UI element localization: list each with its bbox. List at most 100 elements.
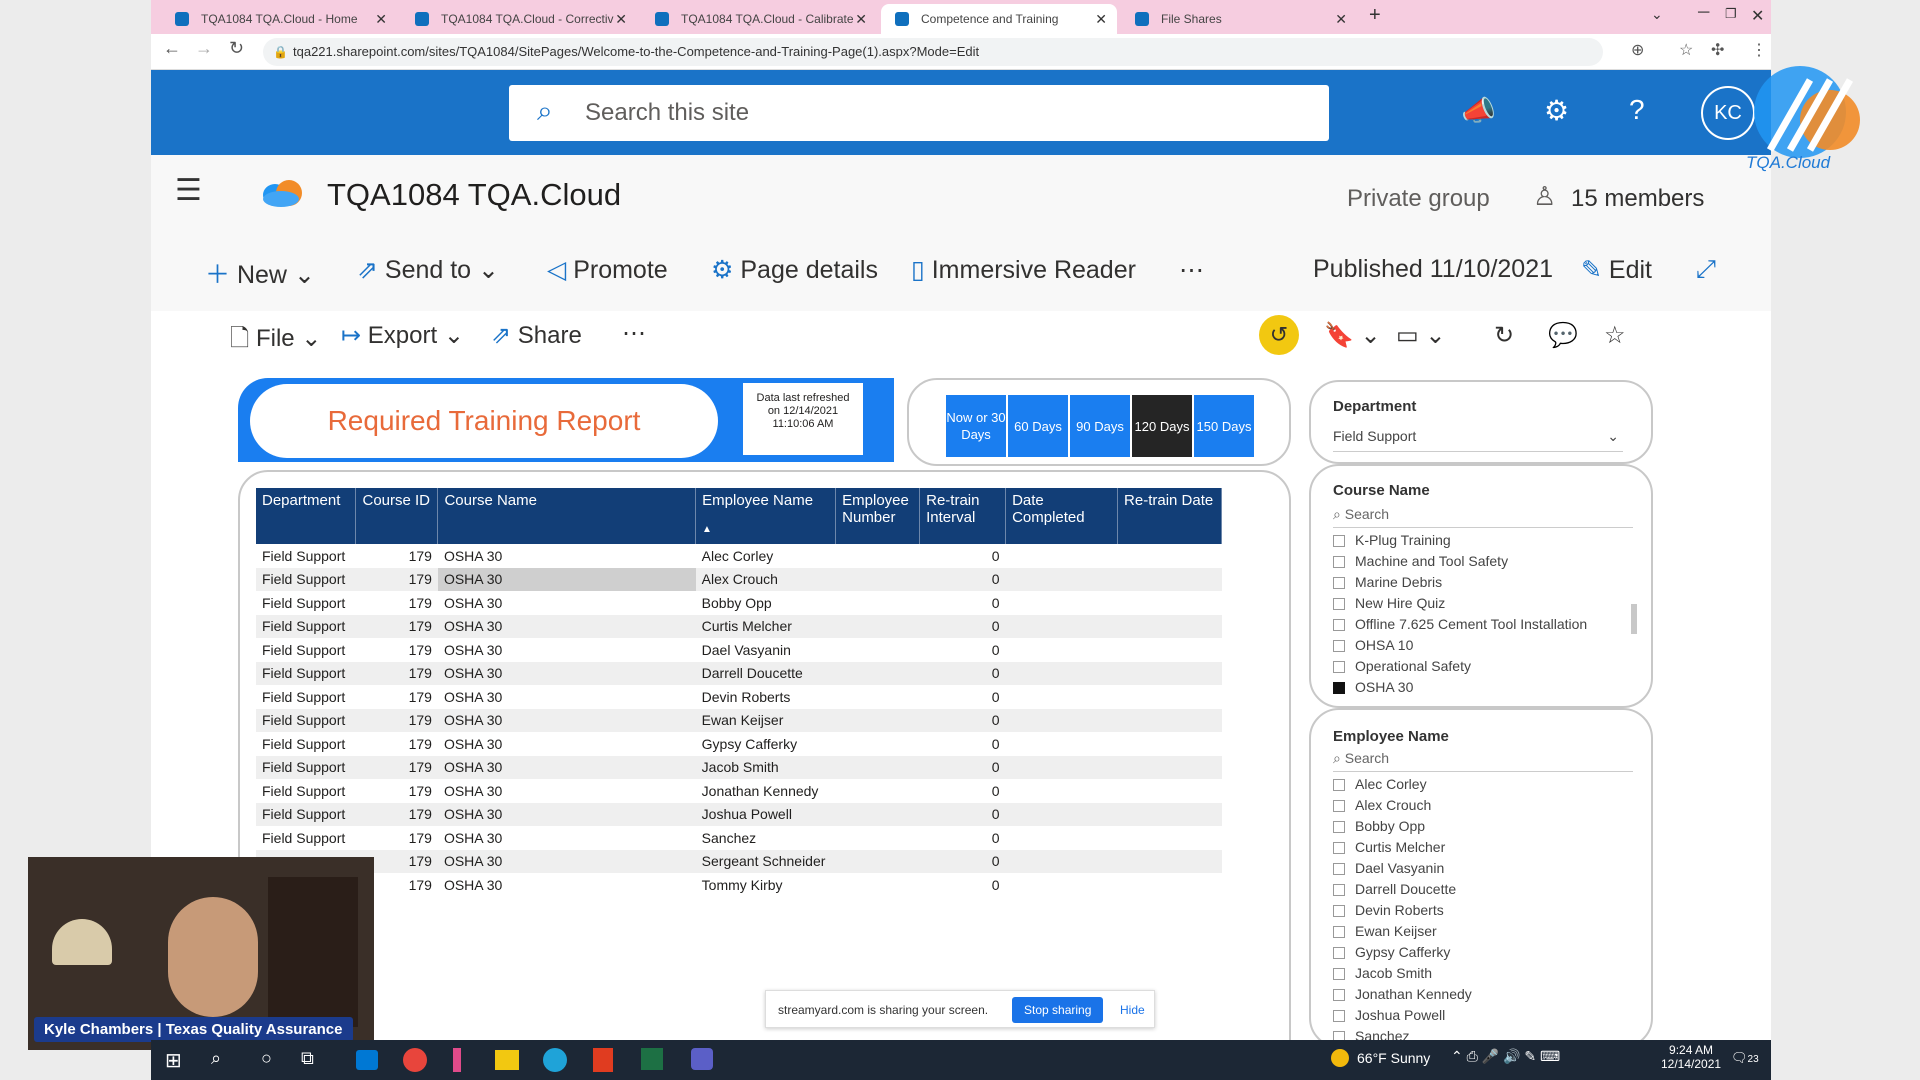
back-icon[interactable]: ←	[163, 38, 181, 59]
more-icon[interactable]: ⋯	[622, 319, 646, 348]
bookmark-star-icon[interactable]: ☆	[1679, 40, 1693, 60]
day-filter-button[interactable]: 150 Days	[1194, 395, 1254, 457]
teams-icon[interactable]	[691, 1048, 713, 1070]
checkbox[interactable]	[1333, 682, 1345, 695]
windows-start-icon[interactable]: ⊞	[165, 1048, 182, 1073]
course-option[interactable]: OSHA 30	[1333, 677, 1587, 698]
checkbox[interactable]	[1333, 821, 1345, 834]
weather-text[interactable]: 66°F Sunny	[1357, 1050, 1430, 1066]
course-option[interactable]: Marine Debris	[1333, 572, 1587, 593]
checkbox[interactable]	[1333, 779, 1345, 792]
checkbox[interactable]	[1333, 800, 1345, 813]
column-header[interactable]: Employee Name	[695, 488, 837, 544]
task-view-icon[interactable]: ⧉	[301, 1048, 314, 1069]
checkbox[interactable]	[1333, 598, 1345, 611]
edit-button[interactable]: ✎ Edit	[1581, 255, 1652, 285]
course-search-input[interactable]: ⌕ Search	[1333, 506, 1633, 528]
checkbox[interactable]	[1333, 577, 1345, 590]
close-tab-icon[interactable]: ✕	[855, 4, 867, 34]
gear-icon[interactable]: ⚙	[1544, 94, 1569, 127]
tab-search-icon[interactable]: ⌄	[1651, 6, 1663, 23]
new-button[interactable]: ＋ New ⌄	[205, 255, 315, 291]
employee-option[interactable]: Darrell Doucette	[1333, 879, 1472, 900]
tab-4[interactable]: File Shares ✕	[1121, 4, 1357, 34]
column-header[interactable]: Re-train Date	[1117, 488, 1222, 544]
course-option[interactable]: Machine and Tool Safety	[1333, 551, 1587, 572]
day-filter-button[interactable]: 90 Days	[1070, 395, 1130, 457]
restore-icon[interactable]: ❐	[1725, 6, 1737, 22]
course-option[interactable]: New Hire Quiz	[1333, 593, 1587, 614]
employee-option[interactable]: Bobby Opp	[1333, 816, 1472, 837]
employee-option[interactable]: Gypsy Cafferky	[1333, 942, 1472, 963]
excel-icon[interactable]	[641, 1048, 663, 1070]
page-details-button[interactable]: ⚙ Page details	[711, 255, 878, 285]
menu-dots-icon[interactable]: ⋮	[1751, 40, 1767, 60]
tab-1[interactable]: TQA1084 TQA.Cloud - Correctiv ✕	[401, 4, 637, 34]
checkbox[interactable]	[1333, 640, 1345, 653]
refresh-icon[interactable]: ↻	[1494, 321, 1514, 350]
tab-3[interactable]: Competence and Training ✕	[881, 4, 1117, 34]
hide-button[interactable]: Hide	[1120, 1003, 1145, 1017]
table-row[interactable]: Field Support 179 OSHA 30 Bobby Opp 0	[256, 591, 1222, 615]
favorite-star-icon[interactable]: ☆	[1604, 321, 1626, 350]
course-option[interactable]: OHSA 10	[1333, 635, 1587, 656]
cortana-icon[interactable]: ○	[261, 1048, 272, 1069]
table-row[interactable]: Field Support 179 OSHA 30 Curtis Melcher 0	[256, 614, 1222, 638]
minimize-icon[interactable]: ─	[1698, 4, 1709, 22]
close-tab-icon[interactable]: ✕	[1335, 4, 1347, 34]
checkbox[interactable]	[1333, 947, 1345, 960]
checkbox[interactable]	[1333, 1010, 1345, 1023]
table-row[interactable]: Field Support 179 OSHA 30 Gypsy Cafferky 0	[256, 732, 1222, 756]
edge-icon[interactable]	[543, 1048, 567, 1072]
employee-search-input[interactable]: ⌕ Search	[1333, 750, 1633, 772]
more-options-icon[interactable]: ⋯	[1179, 255, 1204, 285]
comment-icon[interactable]: 💬	[1548, 321, 1578, 350]
chrome-icon[interactable]	[403, 1048, 427, 1072]
column-header[interactable]: Employee Number	[835, 488, 921, 544]
employee-option[interactable]: Jacob Smith	[1333, 963, 1472, 984]
table-row[interactable]: Field Support 179 OSHA 30 Jonathan Kennedy 0	[256, 779, 1222, 803]
site-title[interactable]: TQA1084 TQA.Cloud	[327, 177, 621, 213]
search-icon[interactable]: ⌕	[211, 1048, 221, 1069]
employee-option[interactable]: Joshua Powell	[1333, 1005, 1472, 1026]
table-row[interactable]: Field Support 179 OSHA 30 Alec Corley 0	[256, 544, 1222, 568]
members-button[interactable]: 15 members	[1571, 185, 1704, 213]
search-input[interactable]: ⌕ Search this site	[509, 85, 1329, 141]
employee-option[interactable]: Devin Roberts	[1333, 900, 1472, 921]
course-option[interactable]: Offline 7.625 Cement Tool Installation	[1333, 614, 1587, 635]
day-filter-button[interactable]: 120 Days	[1132, 395, 1192, 457]
column-header[interactable]: Date Completed	[1005, 488, 1119, 544]
reset-icon[interactable]: ↺	[1259, 315, 1299, 355]
checkbox[interactable]	[1333, 842, 1345, 855]
table-row[interactable]: Field Support 179 OSHA 30 Jacob Smith 0	[256, 755, 1222, 779]
table-row[interactable]: Field Support 179 OSHA 30 Ewan Keijser 0	[256, 708, 1222, 732]
table-row[interactable]: Field Support 179 OSHA 30 Dael Vasyanin 0	[256, 638, 1222, 662]
table-row[interactable]: 179 OSHA 30 Tommy Kirby 0	[256, 873, 1222, 897]
close-window-icon[interactable]: ✕	[1751, 6, 1764, 26]
table-row[interactable]: Field Support 179 OSHA 30 Sanchez 0	[256, 826, 1222, 850]
checkbox[interactable]	[1333, 926, 1345, 939]
share-button[interactable]: ⇗ Share	[491, 321, 582, 350]
hamburger-menu-icon[interactable]: ☰	[175, 173, 202, 208]
outlook-icon[interactable]	[356, 1050, 378, 1070]
table-row[interactable]: Field Support 179 OSHA 30 Devin Roberts 0	[256, 685, 1222, 709]
course-option[interactable]: Operational Safety	[1333, 656, 1587, 677]
new-tab-icon[interactable]: +	[1369, 4, 1381, 27]
employee-option[interactable]: Dael Vasyanin	[1333, 858, 1472, 879]
checkbox[interactable]	[1333, 535, 1345, 548]
checkbox[interactable]	[1333, 619, 1345, 632]
column-header[interactable]: Re-train Interval	[919, 488, 1007, 544]
employee-option[interactable]: Curtis Melcher	[1333, 837, 1472, 858]
course-option[interactable]: K-Plug Training	[1333, 530, 1587, 551]
send-to-button[interactable]: ⇗ Send to ⌄	[357, 255, 499, 285]
sort-ascending-icon[interactable]: ▲	[702, 524, 712, 535]
bookmark-icon[interactable]: 🔖 ⌄	[1324, 321, 1381, 350]
stop-sharing-button[interactable]: Stop sharing	[1012, 997, 1104, 1023]
clock[interactable]: 9:24 AM 12/14/2021	[1661, 1043, 1721, 1071]
checkbox[interactable]	[1333, 884, 1345, 897]
file-button[interactable]: 🗋 File ⌄	[230, 321, 321, 362]
column-header[interactable]: Department	[256, 488, 357, 544]
employee-option[interactable]: Alex Crouch	[1333, 795, 1472, 816]
url-field[interactable]: 🔒 tqa221.sharepoint.com/sites/TQA1084/Sit…	[263, 38, 1603, 66]
megaphone-icon[interactable]: 📣	[1461, 94, 1496, 127]
